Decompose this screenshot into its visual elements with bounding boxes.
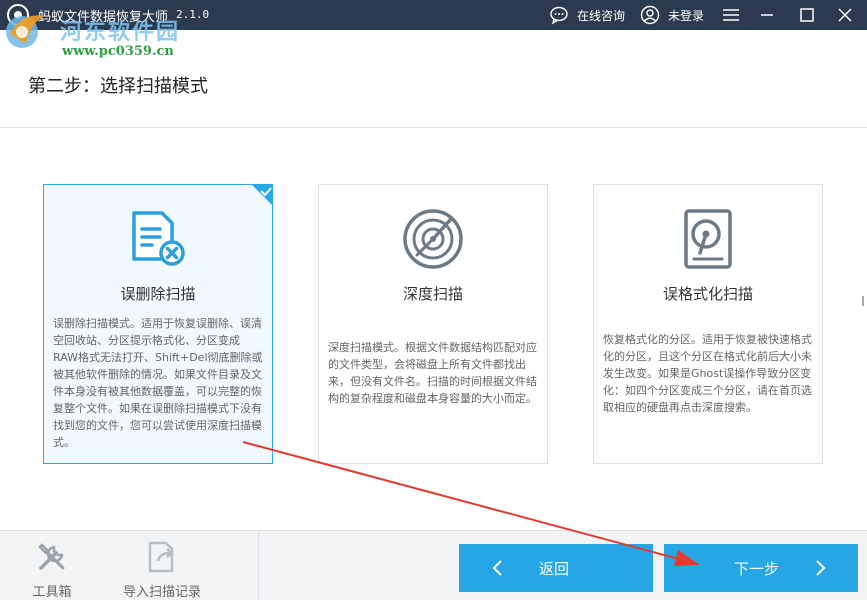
deleted-file-icon (132, 211, 185, 266)
online-consult-button[interactable]: 在线咨询 (549, 4, 625, 26)
online-consult-label: 在线咨询 (577, 8, 626, 23)
import-scan-record-label: 导入扫描记录 (122, 585, 201, 600)
toolbox-label: 工具箱 (32, 585, 72, 600)
mode-description: 深度扫描模式。根据文件数据结构匹配对应的文件类型，会将磁盘上所有文件都找出来，但… (328, 341, 537, 405)
watermark-url: www.pc0359.cn (62, 44, 174, 59)
close-button[interactable] (834, 4, 856, 26)
menu-button[interactable] (720, 4, 742, 26)
chevron-right-icon (816, 560, 826, 576)
mode-card-deleted-scan[interactable]: 误删除扫描 误删除扫描模式。适用于恢复误删除、误清空回收站、分区提示格式化、分区… (43, 184, 273, 464)
next-label: 下一步 (734, 560, 780, 578)
edge-tick (862, 296, 864, 306)
login-label: 未登录 (668, 8, 705, 23)
back-label: 返回 (539, 560, 570, 578)
divider (258, 531, 259, 600)
toolbox-button[interactable]: 工具箱 (22, 531, 82, 600)
hamburger-menu-icon (723, 9, 739, 21)
chat-bubble-icon (550, 6, 568, 25)
export-file-icon (148, 541, 174, 573)
tools-icon (38, 543, 65, 570)
watermark-logo-icon (6, 15, 44, 48)
maximize-icon (800, 8, 814, 22)
minimize-button[interactable] (756, 4, 778, 26)
next-button[interactable]: 下一步 (664, 544, 858, 592)
login-button[interactable]: 未登录 (640, 4, 704, 26)
radar-scan-icon (403, 209, 463, 269)
app-version: 2.1.0 (176, 8, 210, 21)
import-scan-record-button[interactable]: 导入扫描记录 (112, 531, 212, 600)
mode-description: 恢复格式化的分区。适用于恢复被快速格式化的分区，且这个分区在格式化前后大小未发生… (603, 333, 812, 414)
page-title: 第二步：选择扫描模式 (28, 76, 208, 97)
maximize-button[interactable] (796, 4, 818, 26)
minimize-icon (761, 14, 773, 16)
hard-disk-icon (684, 209, 732, 269)
user-avatar-icon (640, 5, 660, 25)
mode-title: 误删除扫描 (120, 285, 196, 303)
watermark-name: 河东软件园 (60, 20, 181, 45)
close-icon (838, 8, 852, 22)
chevron-left-icon (492, 560, 502, 576)
mode-title: 深度扫描 (402, 285, 463, 303)
mode-card-format-scan[interactable]: 误格式化扫描 恢复格式化的分区。适用于恢复被快速格式化的分区，且这个分区在格式化… (593, 184, 823, 464)
selected-check-icon (251, 184, 273, 206)
mode-description: 误删除扫描模式。适用于恢复误删除、误清空回收站、分区提示格式化、分区变成RAW格… (53, 317, 263, 449)
mode-title: 误格式化扫描 (662, 285, 753, 303)
mode-card-deep-scan[interactable]: 深度扫描 深度扫描模式。根据文件数据结构匹配对应的文件类型，会将磁盘上所有文件都… (318, 184, 548, 464)
back-button[interactable]: 返回 (459, 544, 653, 592)
